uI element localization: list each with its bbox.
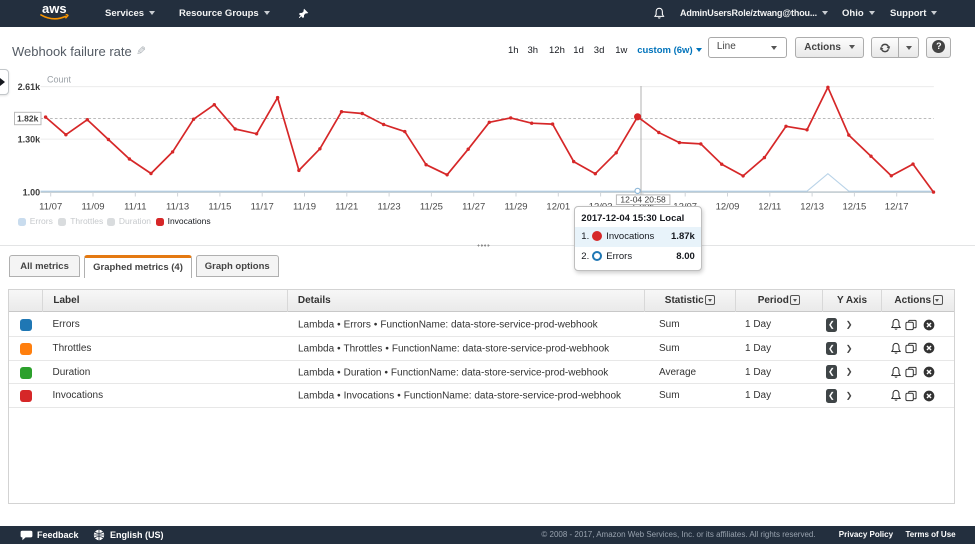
svg-text:11/07: 11/07 [39,201,62,212]
svg-text:Count: Count [47,75,72,85]
svg-text:11/17: 11/17 [251,201,274,212]
svg-text:11/13: 11/13 [166,201,189,212]
svg-text:12/11: 12/11 [758,201,781,212]
svg-text:11/15: 11/15 [208,201,231,212]
svg-text:12/01: 12/01 [546,201,570,212]
svg-text:1.82k: 1.82k [17,113,39,123]
svg-text:11/19: 11/19 [293,201,316,212]
svg-text:11/27: 11/27 [462,201,485,212]
svg-text:1.30k: 1.30k [18,135,42,145]
svg-text:2.61k: 2.61k [18,82,42,92]
svg-text:12/13: 12/13 [800,201,824,212]
svg-text:1.00: 1.00 [23,188,41,198]
svg-text:11/25: 11/25 [420,201,443,212]
svg-text:11/29: 11/29 [504,201,527,212]
svg-text:12-04 20:58: 12-04 20:58 [620,195,666,205]
svg-text:11/21: 11/21 [335,201,358,212]
svg-text:12/15: 12/15 [843,201,867,212]
svg-text:12/17: 12/17 [885,201,909,212]
svg-text:11/09: 11/09 [81,201,104,212]
svg-text:11/11: 11/11 [124,201,146,212]
svg-text:12/09: 12/09 [716,201,740,212]
svg-text:11/23: 11/23 [378,201,401,212]
